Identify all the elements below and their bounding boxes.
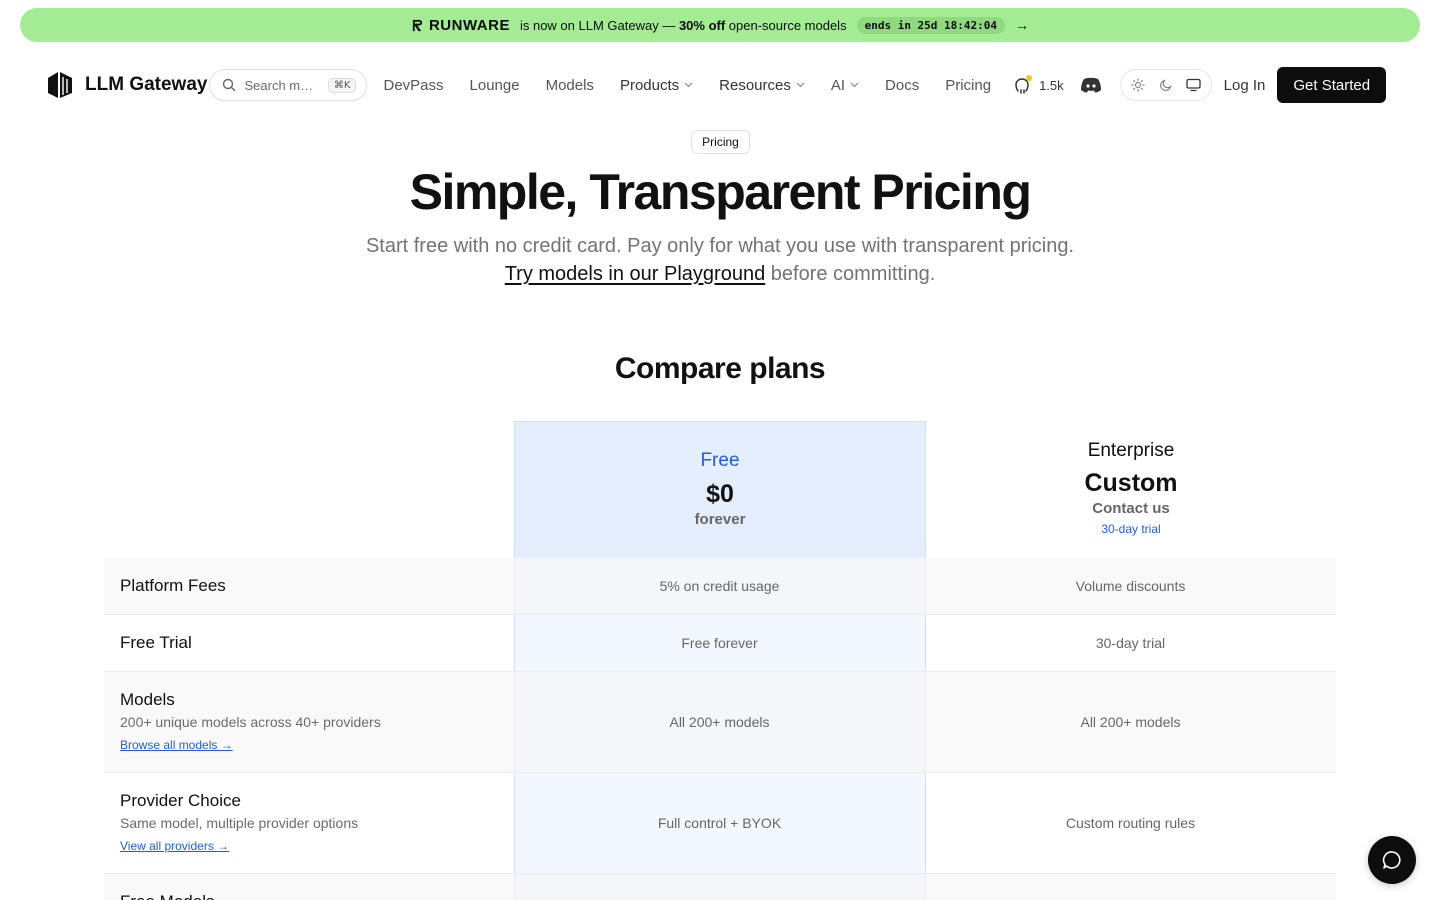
- theme-dark-button[interactable]: [1153, 73, 1179, 97]
- feature-cell: Free Trial: [104, 633, 514, 653]
- table-row: Free Trial Free forever 30-day trial: [104, 615, 1336, 672]
- nav-link-pricing[interactable]: Pricing: [945, 77, 991, 94]
- theme-light-button[interactable]: [1125, 73, 1151, 97]
- feature-description: 200+ unique models across 40+ providers: [120, 714, 381, 730]
- feature-cell: Provider Choice Same model, multiple pro…: [104, 791, 514, 855]
- free-value: All 200+ models: [669, 714, 770, 730]
- feature-description: Same model, multiple provider options: [120, 815, 359, 831]
- feature-cell: Free Models: [104, 892, 514, 900]
- promo-message: is now on LLM Gateway — 30% off open-sou…: [519, 17, 847, 33]
- free-value: Free forever: [681, 635, 758, 651]
- search-input[interactable]: Search m… ⌘K: [209, 69, 368, 101]
- feature-name: Provider Choice: [120, 791, 241, 810]
- plan-name: Free: [700, 450, 740, 471]
- plan-header-enterprise: Enterprise Custom Contact us 30-day tria…: [926, 421, 1336, 558]
- free-value: 5% on credit usage: [659, 578, 780, 594]
- theme-switcher: [1119, 69, 1212, 101]
- feature-name: Free Trial: [120, 633, 192, 652]
- enterprise-value: Volume discounts: [1075, 578, 1186, 594]
- runware-logo-icon: [412, 19, 423, 31]
- chevron-down-icon: [850, 82, 859, 88]
- page-title: Simple, Transparent Pricing: [409, 164, 1032, 220]
- feature-name: Platform Fees: [120, 576, 226, 595]
- chat-bubble-icon: [1382, 851, 1401, 869]
- playground-link[interactable]: Try models in our Playground: [505, 263, 766, 285]
- nav-links: DevPass Lounge Models Products Resources…: [383, 77, 1017, 94]
- monitor-icon: [1186, 78, 1201, 92]
- table-row: Free Models: [104, 874, 1336, 900]
- nav-dropdown-ai[interactable]: AI: [831, 77, 859, 94]
- search-shortcut: ⌘K: [327, 77, 357, 93]
- moon-icon: [1159, 79, 1172, 91]
- discord-link[interactable]: [1080, 77, 1102, 93]
- nav-link-devpass[interactable]: DevPass: [383, 77, 443, 94]
- nav-link-models[interactable]: Models: [546, 77, 594, 94]
- table-row: Models 200+ unique models across 40+ pro…: [104, 672, 1336, 773]
- feature-name: Free Models: [120, 892, 514, 900]
- github-link[interactable]: 1.5k: [1013, 75, 1064, 95]
- contact-us-link[interactable]: Contact us: [1092, 500, 1170, 517]
- top-nav: LLM Gateway Search m… ⌘K DevPass Lounge …: [44, 66, 1396, 104]
- search-icon: [223, 78, 236, 92]
- view-providers-link[interactable]: View all providers →: [120, 839, 229, 853]
- plan-name: Enterprise: [1087, 440, 1175, 461]
- nav-dropdown-resources[interactable]: Resources: [719, 77, 805, 94]
- logo-text: LLM Gateway: [85, 74, 208, 95]
- plan-period: forever: [694, 511, 746, 528]
- nav-dropdown-label: Resources: [719, 76, 791, 94]
- trial-link[interactable]: 30-day trial: [1101, 522, 1160, 536]
- llm-gateway-logo-icon: [48, 72, 72, 98]
- theme-system-button[interactable]: [1181, 73, 1207, 97]
- github-icon: [1015, 75, 1033, 94]
- compare-plans-title: Compare plans: [614, 352, 826, 385]
- enterprise-value: All 200+ models: [1080, 714, 1181, 730]
- table-row: Platform Fees 5% on credit usage Volume …: [104, 558, 1336, 615]
- plan-price: Custom: [1084, 469, 1178, 497]
- logo-link[interactable]: LLM Gateway: [44, 69, 207, 101]
- nav-link-lounge[interactable]: Lounge: [470, 77, 520, 94]
- nav-link-docs[interactable]: Docs: [885, 77, 919, 94]
- hero-subtitle: Start free with no credit card. Pay only…: [365, 235, 1075, 285]
- login-link[interactable]: Log In: [1224, 77, 1266, 94]
- promo-banner[interactable]: RUNWARE is now on LLM Gateway — 30% off …: [20, 8, 1420, 42]
- enterprise-value: 30-day trial: [1095, 635, 1166, 651]
- github-stars: 1.5k: [1039, 77, 1064, 93]
- feature-cell: Models 200+ unique models across 40+ pro…: [104, 690, 514, 754]
- sun-icon: [1130, 78, 1145, 92]
- nav-dropdown-label: Products: [619, 76, 680, 94]
- get-started-button[interactable]: Get Started: [1277, 67, 1387, 103]
- enterprise-value: Custom routing rules: [1065, 815, 1196, 831]
- table-row: Provider Choice Same model, multiple pro…: [104, 773, 1336, 874]
- arrow-right-icon[interactable]: →: [1015, 17, 1029, 33]
- search-placeholder: Search m…: [244, 77, 314, 93]
- chat-button[interactable]: [1368, 836, 1416, 884]
- star-icon: [1026, 75, 1033, 81]
- nav-dropdown-products[interactable]: Products: [620, 77, 693, 94]
- feature-cell: Platform Fees: [104, 576, 514, 596]
- chevron-down-icon: [684, 82, 693, 88]
- plan-header-free: Free $0 forever: [514, 421, 926, 558]
- chevron-down-icon: [796, 82, 805, 88]
- runware-brand: RUNWARE: [411, 17, 510, 34]
- runware-brand-text: RUNWARE: [428, 16, 510, 34]
- discord-icon: [1080, 77, 1101, 93]
- feature-name: Models: [120, 690, 175, 709]
- browse-models-link[interactable]: Browse all models →: [120, 738, 233, 752]
- promo-timer: ends in 25d 18:42:04: [856, 16, 1006, 34]
- nav-dropdown-label: AI: [830, 76, 846, 94]
- free-value: Full control + BYOK: [657, 815, 782, 831]
- plan-price: $0: [706, 480, 734, 508]
- pricing-badge: Pricing: [691, 130, 750, 154]
